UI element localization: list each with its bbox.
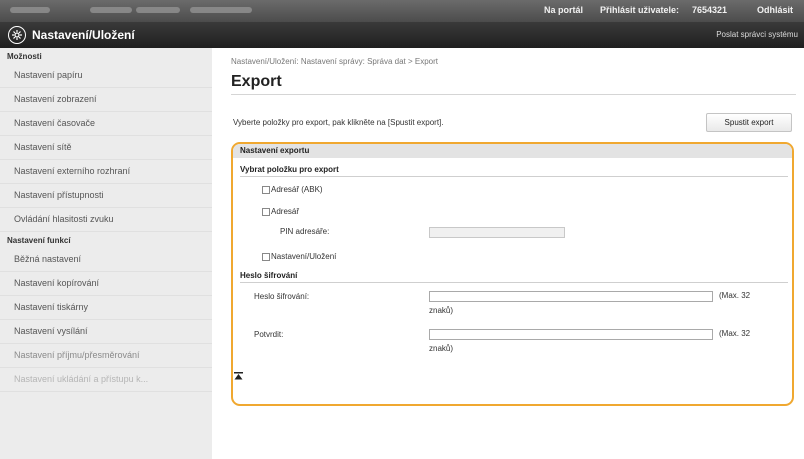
select-items-heading: Vybrat položku pro export bbox=[240, 165, 339, 174]
confirm-max-hint-cont: znaků) bbox=[429, 344, 454, 353]
sidebar-item-receive-forward[interactable]: Nastavení příjmu/přesměrování bbox=[0, 344, 212, 368]
top-bar: Na portál Přihlásit uživatele: 7654321 O… bbox=[0, 0, 804, 22]
confirm-max-hint: (Max. 32 bbox=[719, 329, 751, 338]
header-bar: Nastavení/Uložení Poslat správci systému bbox=[0, 22, 804, 48]
blurred-text bbox=[90, 7, 132, 13]
checkbox-address-book-label: Adresář bbox=[271, 207, 300, 216]
logout-link[interactable]: Odhlásit bbox=[757, 5, 793, 15]
sidebar-item-paper[interactable]: Nastavení papíru bbox=[0, 64, 212, 88]
to-top-icon[interactable] bbox=[234, 372, 243, 382]
blurred-text bbox=[136, 7, 180, 13]
password-input[interactable] bbox=[429, 291, 713, 302]
breadcrumb: Nastavení/Uložení: Nastavení správy: Spr… bbox=[231, 57, 438, 66]
sidebar-item-printer[interactable]: Nastavení tiskárny bbox=[0, 296, 212, 320]
password-max-hint: (Max. 32 bbox=[719, 291, 751, 300]
sidebar: Možnosti Nastavení papíru Nastavení zobr… bbox=[0, 48, 212, 459]
page-description: Vyberte položky pro export, pak klikněte… bbox=[233, 118, 444, 127]
portal-link[interactable]: Na portál bbox=[544, 5, 583, 15]
sidebar-item-copy[interactable]: Nastavení kopírování bbox=[0, 272, 212, 296]
settings-icon bbox=[8, 26, 26, 44]
sidebar-section-functions: Nastavení funkcí bbox=[7, 236, 71, 245]
sidebar-item-common[interactable]: Běžná nastavení bbox=[0, 248, 212, 272]
pin-input[interactable] bbox=[429, 227, 565, 238]
login-label: Přihlásit uživatele: bbox=[600, 5, 680, 15]
checkbox-address-book-abk-label: Adresář (ABK) bbox=[271, 185, 323, 194]
blurred-text bbox=[10, 7, 50, 13]
admin-mail-link[interactable]: Poslat správci systému bbox=[716, 30, 798, 39]
sidebar-item-send[interactable]: Nastavení vysílání bbox=[0, 320, 212, 344]
checkbox-address-book[interactable] bbox=[262, 208, 270, 216]
user-id: 7654321 bbox=[692, 5, 728, 15]
checkbox-settings-registration-label: Nastavení/Uložení bbox=[271, 252, 337, 261]
sidebar-item-volume[interactable]: Ovládání hlasitosti zvuku bbox=[0, 208, 212, 232]
pin-label: PIN adresáře: bbox=[280, 227, 330, 236]
panel-header: Nastavení exportu bbox=[233, 144, 792, 158]
password-max-hint-cont: znaků) bbox=[429, 306, 454, 315]
sidebar-item-accessibility[interactable]: Nastavení přístupnosti bbox=[0, 184, 212, 208]
page-title: Export bbox=[231, 73, 282, 90]
confirm-input[interactable] bbox=[429, 329, 713, 340]
divider bbox=[240, 176, 788, 177]
sidebar-item-timer[interactable]: Nastavení časovače bbox=[0, 112, 212, 136]
password-heading: Heslo šifrování bbox=[240, 271, 298, 280]
sidebar-item-store-access[interactable]: Nastavení ukládání a přístupu k... bbox=[0, 368, 212, 392]
title-divider bbox=[231, 94, 796, 95]
password-label: Heslo šifrování: bbox=[254, 292, 310, 301]
checkbox-address-book-abk[interactable] bbox=[262, 186, 270, 194]
header-title: Nastavení/Uložení bbox=[32, 28, 135, 42]
divider bbox=[240, 282, 788, 283]
blurred-text bbox=[190, 7, 252, 13]
sidebar-item-network[interactable]: Nastavení sítě bbox=[0, 136, 212, 160]
confirm-label: Potvrdit: bbox=[254, 330, 284, 339]
sidebar-item-display[interactable]: Nastavení zobrazení bbox=[0, 88, 212, 112]
sidebar-item-external-interface[interactable]: Nastavení externího rozhraní bbox=[0, 160, 212, 184]
checkbox-settings-registration[interactable] bbox=[262, 253, 270, 261]
export-settings-panel: Nastavení exportu Vybrat položku pro exp… bbox=[231, 142, 794, 406]
sidebar-section-options: Možnosti bbox=[7, 52, 42, 61]
run-export-button[interactable]: Spustit export bbox=[706, 113, 792, 132]
main-content: Nastavení/Uložení: Nastavení správy: Spr… bbox=[212, 48, 804, 459]
